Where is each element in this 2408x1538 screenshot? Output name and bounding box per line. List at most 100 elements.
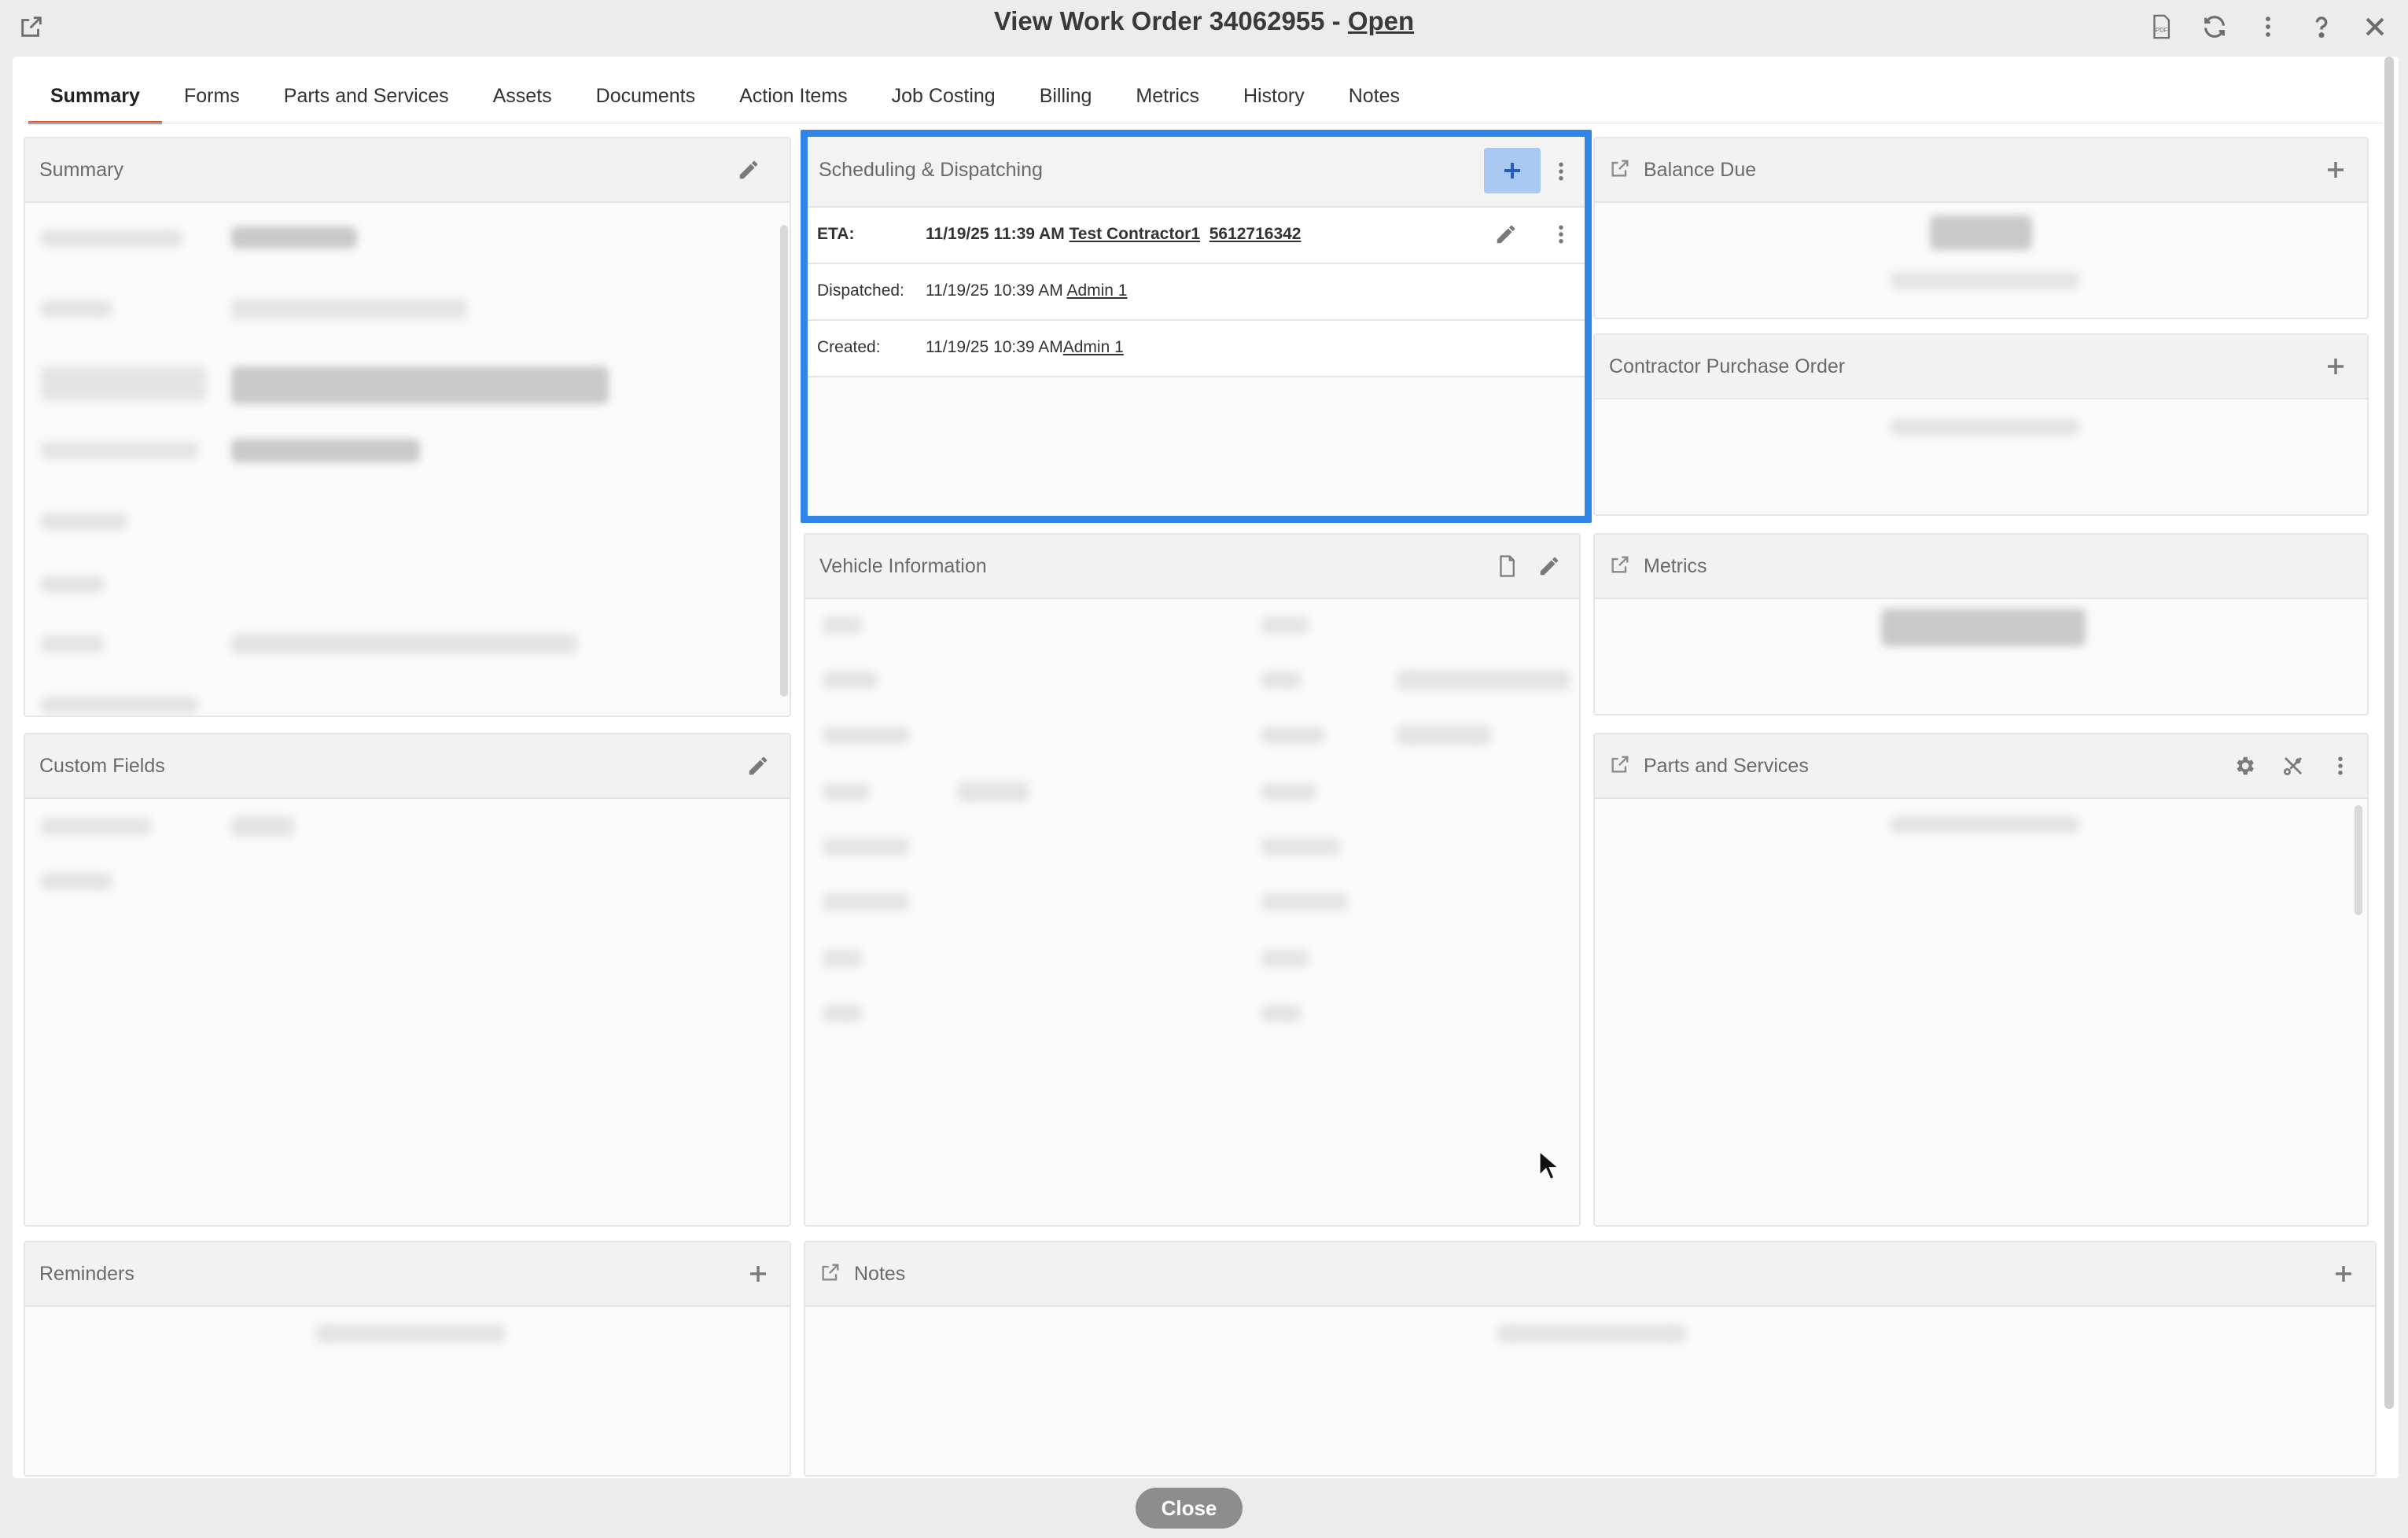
tab-job-costing[interactable]: Job Costing: [870, 79, 1018, 121]
schedule-row-dispatched: Dispatched: 11/19/25 10:39 AM Admin 1: [808, 264, 1585, 321]
summary-value: [231, 439, 420, 462]
panel-title: Contractor Purchase Order: [1609, 355, 1846, 377]
gear-icon[interactable]: [2230, 752, 2259, 780]
tab-metrics[interactable]: Metrics: [1114, 79, 1221, 121]
help-icon[interactable]: [2306, 11, 2337, 42]
tab-summary[interactable]: Summary: [28, 79, 162, 124]
balance-caption: [1891, 272, 2079, 289]
external-link-icon[interactable]: [819, 1261, 841, 1283]
more-vertical-icon[interactable]: [2326, 752, 2355, 780]
tab-action-items[interactable]: Action Items: [717, 79, 870, 121]
summary-row: [41, 300, 112, 318]
tab-parts-and-services[interactable]: Parts and Services: [262, 79, 471, 121]
pdf-icon[interactable]: PDF: [2145, 11, 2177, 42]
vehicle-row: [823, 783, 870, 800]
tab-documents[interactable]: Documents: [574, 79, 717, 121]
summary-row: [41, 513, 127, 530]
vehicle-row: [1261, 727, 1324, 744]
close-button[interactable]: Close: [1136, 1488, 1243, 1529]
dispatched-datetime: 11/19/25 10:39 AM: [926, 281, 1063, 300]
summary-value: [231, 226, 357, 248]
metrics-panel: Metrics: [1593, 533, 2369, 716]
empty-state-text: [316, 1324, 505, 1343]
panel-title: Parts and Services: [1644, 755, 1809, 777]
title-bar: View Work Order 34062955 - Open PDF: [0, 0, 2408, 57]
panel-title: Summary: [39, 159, 123, 181]
row-label: Dispatched:: [817, 281, 904, 300]
vehicle-value: [958, 782, 1029, 802]
schedule-row-eta: ETA: 11/19/25 11:39 AM Test Contractor1 …: [808, 208, 1585, 264]
parts-and-services-panel: Parts and Services: [1593, 733, 2369, 1227]
more-vertical-icon[interactable]: [1547, 157, 1575, 186]
close-icon[interactable]: [2359, 11, 2391, 42]
panel-title: Vehicle Information: [819, 555, 987, 577]
plus-icon[interactable]: [2329, 1260, 2358, 1288]
tools-icon[interactable]: [2279, 752, 2307, 780]
refresh-icon[interactable]: [2199, 11, 2230, 42]
vehicle-row: [1261, 1005, 1301, 1022]
panel-title: Scheduling & Dispatching: [819, 159, 1043, 181]
vehicle-row: [1261, 893, 1348, 911]
scheduling-dispatching-panel: Scheduling & Dispatching ETA: 11/19/25 1…: [801, 130, 1592, 523]
custom-field-row: [41, 818, 151, 835]
panel-title: Metrics: [1644, 555, 1707, 577]
work-order-status[interactable]: Open: [1348, 6, 1414, 35]
plus-icon[interactable]: [744, 1260, 772, 1288]
custom-field-value: [231, 816, 294, 837]
row-value: 11/19/25 10:39 AM Admin 1: [926, 281, 1127, 300]
vehicle-row: [823, 893, 909, 911]
plus-icon[interactable]: [2321, 352, 2350, 381]
summary-row: [41, 442, 198, 459]
reminders-panel: Reminders: [24, 1241, 791, 1477]
tab-billing[interactable]: Billing: [1018, 79, 1114, 121]
vehicle-row: [823, 616, 862, 634]
pencil-icon[interactable]: [1492, 220, 1520, 248]
more-vertical-icon[interactable]: [1547, 220, 1575, 248]
panel-title: Reminders: [39, 1263, 134, 1285]
parts-scrollbar[interactable]: [2355, 805, 2362, 915]
pencil-icon[interactable]: [1535, 552, 1563, 580]
summary-panel: Summary: [24, 137, 791, 717]
row-value: 11/19/25 11:39 AM Test Contractor1 56127…: [926, 225, 1301, 244]
tab-forms[interactable]: Forms: [162, 79, 262, 121]
summary-row: [41, 366, 206, 401]
contractor-link[interactable]: Test Contractor1: [1070, 225, 1200, 243]
summary-value: [231, 634, 577, 654]
vehicle-information-panel: Vehicle Information: [804, 533, 1581, 1227]
phone-link[interactable]: 5612716342: [1210, 225, 1302, 243]
vehicle-value: [1397, 670, 1570, 690]
dialog-scrollbar[interactable]: [2384, 57, 2394, 1409]
vehicle-row: [1261, 838, 1340, 855]
vehicle-value: [1397, 725, 1491, 745]
empty-state-text: [1891, 418, 2079, 436]
add-schedule-button[interactable]: [1484, 148, 1541, 193]
panel-title: Balance Due: [1644, 159, 1757, 181]
summary-row: [41, 635, 104, 653]
pencil-icon[interactable]: [735, 156, 763, 184]
user-link[interactable]: Admin 1: [1066, 281, 1127, 300]
summary-scrollbar[interactable]: [780, 225, 788, 697]
metrics-value: [1881, 609, 2086, 646]
summary-row: [41, 230, 182, 247]
more-vertical-icon[interactable]: [2252, 11, 2284, 42]
tab-history[interactable]: History: [1221, 79, 1327, 121]
external-link-icon[interactable]: [1609, 753, 1631, 775]
external-link-icon[interactable]: [1609, 554, 1631, 576]
tab-assets[interactable]: Assets: [471, 79, 574, 121]
pencil-icon[interactable]: [744, 752, 772, 780]
document-icon[interactable]: [1493, 552, 1521, 580]
tab-notes[interactable]: Notes: [1327, 79, 1422, 121]
vehicle-row: [1261, 616, 1309, 634]
svg-text:PDF: PDF: [2156, 27, 2168, 34]
custom-fields-panel: Custom Fields: [24, 733, 791, 1227]
contractor-purchase-order-panel: Contractor Purchase Order: [1593, 333, 2369, 516]
plus-icon[interactable]: [2321, 156, 2350, 184]
user-link[interactable]: Admin 1: [1063, 338, 1124, 356]
summary-value: [231, 366, 609, 404]
mouse-cursor-icon: [1538, 1150, 1561, 1181]
created-datetime: 11/19/25 10:39 AM: [926, 338, 1063, 356]
external-link-icon[interactable]: [1609, 157, 1631, 179]
empty-state-text: [1497, 1324, 1686, 1343]
tab-bar: Summary Forms Parts and Services Assets …: [28, 79, 1422, 126]
vehicle-row: [823, 838, 909, 855]
